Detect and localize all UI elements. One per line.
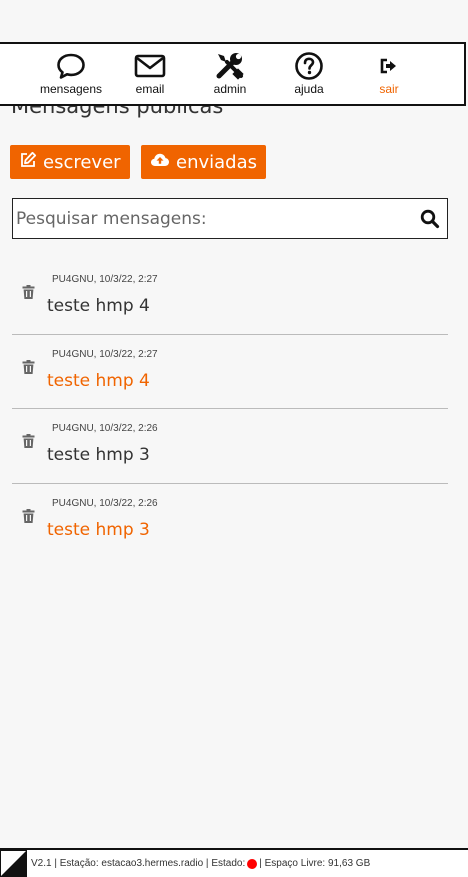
- status-bar: V2.1 | Estação: estacao3.hermes.radio | …: [0, 848, 468, 877]
- nav-item-admin[interactable]: admin: [190, 50, 270, 102]
- footer-divider: |: [203, 858, 212, 869]
- top-nav-bar: mensagens email admin ajuda sair: [0, 42, 466, 106]
- list-item[interactable]: PU4GNU, 10/3/22, 2:27 teste hmp 4: [12, 260, 448, 335]
- message-meta: PU4GNU, 10/3/22, 2:26: [52, 497, 158, 509]
- nav-item-label: sair: [379, 82, 399, 96]
- nav-item-label: email: [135, 82, 165, 96]
- trash-icon[interactable]: [22, 284, 35, 303]
- message-subject[interactable]: teste hmp 3: [47, 520, 150, 540]
- list-item[interactable]: PU4GNU, 10/3/22, 2:26 teste hmp 3: [12, 484, 448, 559]
- sign-out-icon: [379, 50, 399, 82]
- message-subject[interactable]: teste hmp 4: [47, 371, 150, 391]
- nav-item-email[interactable]: email: [110, 50, 190, 102]
- list-item[interactable]: PU4GNU, 10/3/22, 2:26 teste hmp 3: [12, 409, 448, 484]
- app-logo: [0, 850, 27, 877]
- search-icon[interactable]: [413, 209, 447, 229]
- nav-item-mensagens[interactable]: mensagens: [31, 50, 111, 102]
- sent-button-label: enviadas: [176, 151, 257, 173]
- envelope-icon: [134, 50, 166, 82]
- footer-divider: |: [51, 858, 60, 869]
- search-box: [12, 198, 448, 239]
- message-list: PU4GNU, 10/3/22, 2:27 teste hmp 4 PU4GNU…: [12, 260, 448, 558]
- trash-icon[interactable]: [22, 359, 35, 378]
- chat-bubble-icon: [56, 50, 86, 82]
- footer-station: Estação: estacao3.hermes.radio: [59, 858, 204, 869]
- trash-icon[interactable]: [22, 433, 35, 452]
- message-meta: PU4GNU, 10/3/22, 2:27: [52, 274, 158, 285]
- nav-item-label: ajuda: [294, 82, 324, 96]
- nav-item-label: admin: [213, 82, 247, 96]
- list-item[interactable]: PU4GNU, 10/3/22, 2:27 teste hmp 4: [12, 335, 448, 409]
- footer-free-space: Espaço Livre: 91,63 GB: [264, 858, 371, 869]
- status-indicator: [247, 858, 258, 869]
- edit-icon: [19, 151, 37, 174]
- message-meta: PU4GNU, 10/3/22, 2:26: [52, 423, 158, 434]
- search-input[interactable]: [13, 199, 413, 238]
- nav-item-sair[interactable]: sair: [349, 50, 429, 102]
- trash-icon[interactable]: [22, 508, 35, 527]
- cloud-upload-icon: [150, 152, 170, 173]
- message-meta: PU4GNU, 10/3/22, 2:27: [52, 348, 158, 360]
- help-icon: [294, 50, 324, 82]
- tools-icon: [215, 50, 245, 82]
- message-subject[interactable]: teste hmp 3: [47, 445, 150, 465]
- sent-button[interactable]: enviadas: [141, 145, 266, 179]
- nav-item-ajuda[interactable]: ajuda: [269, 50, 349, 102]
- message-subject[interactable]: teste hmp 4: [47, 296, 150, 316]
- nav-item-label: mensagens: [39, 82, 103, 96]
- footer-version: V2.1: [31, 858, 52, 869]
- footer-state-label: Estado:: [211, 858, 246, 869]
- write-button[interactable]: escrever: [10, 145, 130, 179]
- write-button-label: escrever: [43, 151, 121, 173]
